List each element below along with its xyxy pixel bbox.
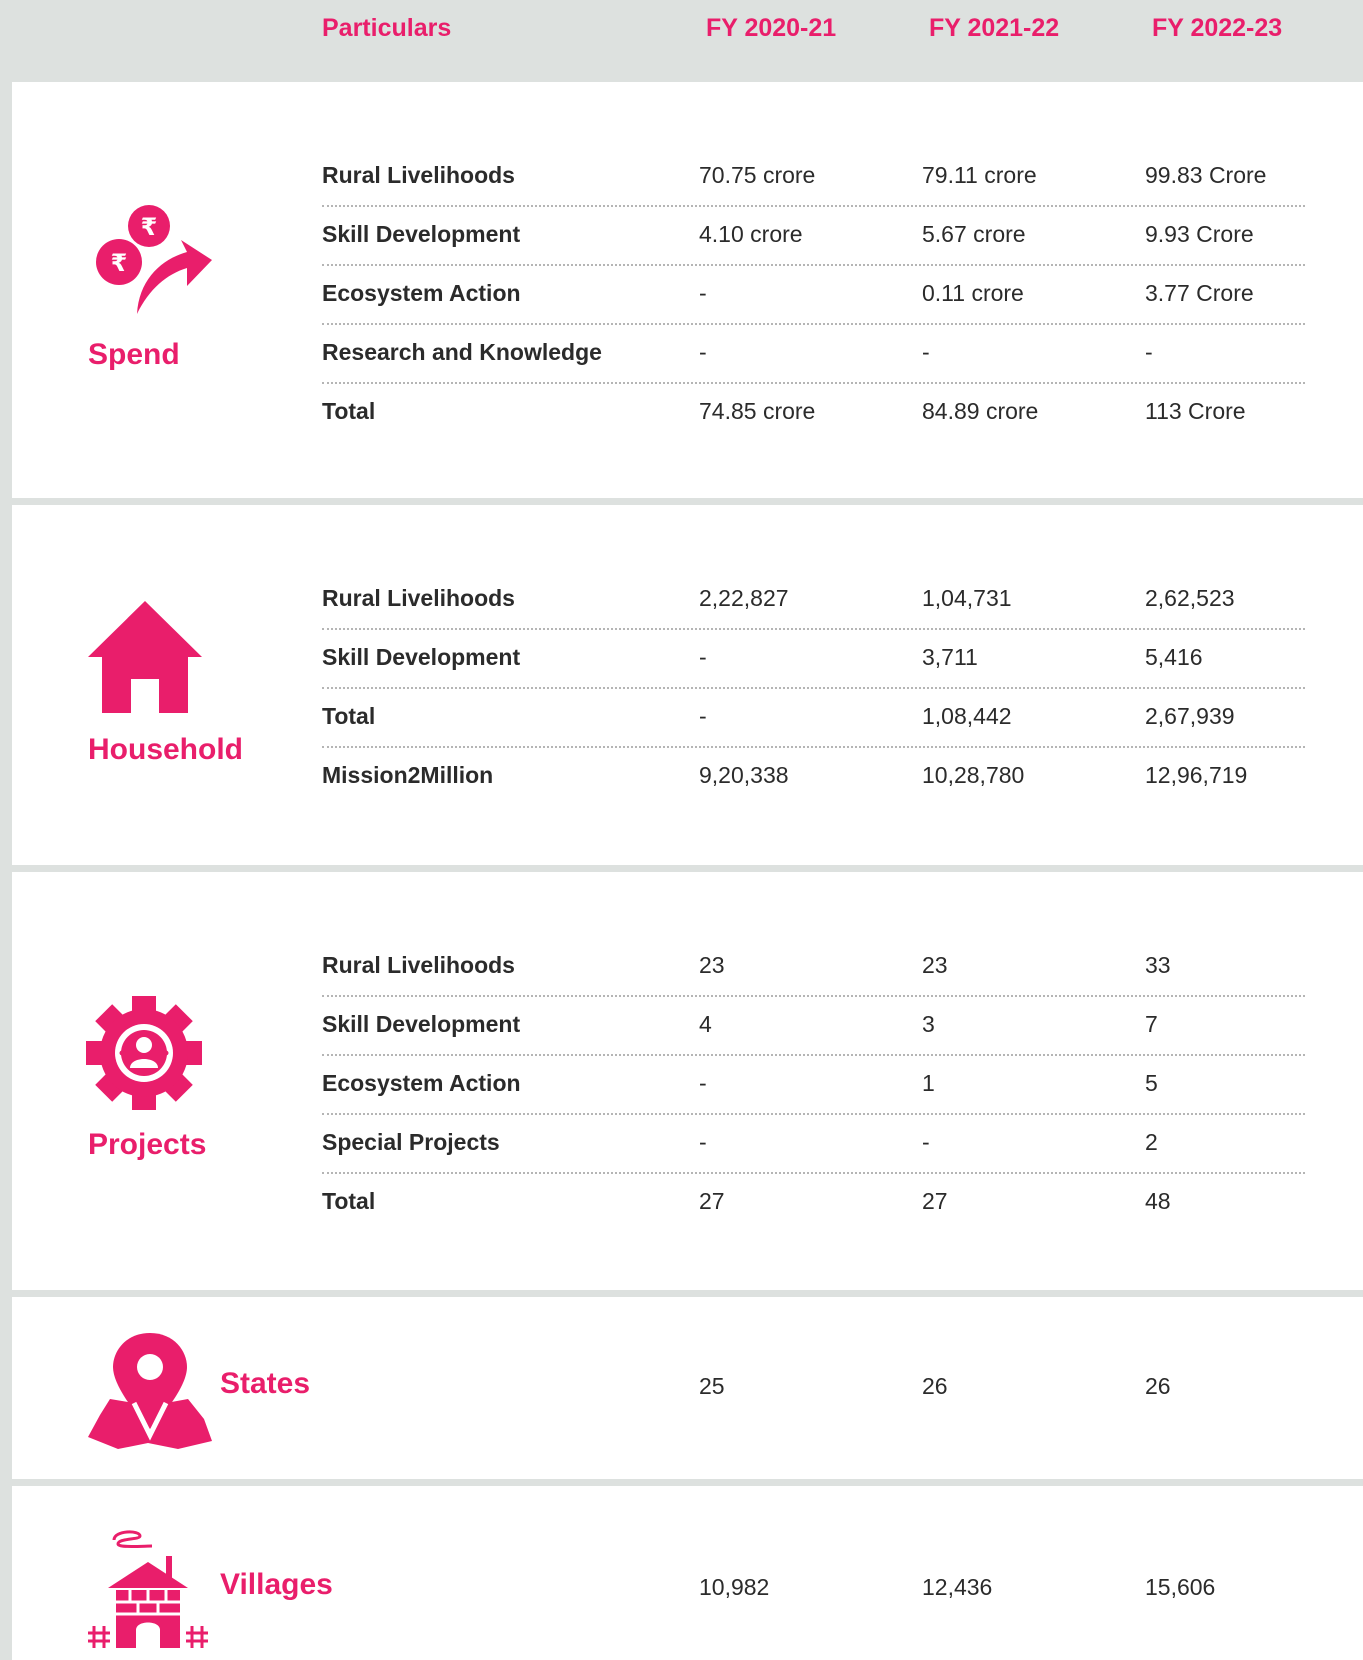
table-row: Rural Livelihoods 2,22,827 1,04,731 2,62… — [322, 569, 1305, 630]
villages-title: Villages — [220, 1568, 333, 1601]
value-fy-2020-21: 4 — [699, 1011, 712, 1037]
states-title: States — [220, 1367, 311, 1400]
row-label: Special Projects — [322, 1129, 500, 1155]
house-icon — [88, 601, 202, 713]
villages-section: Villages 10,982 12,436 15,606 — [12, 1486, 1363, 1660]
value-fy-2022-23: 9.93 Crore — [1145, 221, 1254, 247]
value-fy-2021-22: 26 — [922, 1373, 948, 1399]
value-fy-2020-21: - — [699, 339, 707, 365]
value-fy-2021-22: 12,436 — [922, 1574, 993, 1600]
value-fy-2021-22: 1,08,442 — [922, 703, 1012, 729]
value-fy-2022-23: 5 — [1145, 1070, 1158, 1096]
value-fy-2022-23: 15,606 — [1145, 1574, 1216, 1600]
value-fy-2020-21: - — [699, 1129, 707, 1155]
value-fy-2020-21: 74.85 crore — [699, 398, 816, 424]
value-fy-2021-22: 23 — [922, 952, 948, 978]
value-fy-2021-22: 1 — [922, 1070, 935, 1096]
value-fy-2021-22: 27 — [922, 1188, 948, 1214]
table-row: Rural Livelihoods 70.75 crore 79.11 cror… — [322, 146, 1305, 207]
row-label: Mission2Million — [322, 762, 494, 788]
value-fy-2022-23: 26 — [1145, 1373, 1171, 1399]
rupee-coins-arrow-icon: ₹ ₹ — [96, 205, 212, 314]
row-label: Rural Livelihoods — [322, 585, 515, 611]
table-header: Particulars FY 2020-21 FY 2021-22 FY 202… — [0, 0, 1363, 82]
value-fy-2022-23: - — [1145, 339, 1153, 365]
table-row: Total 74.85 crore 84.89 crore 113 Crore — [322, 382, 1305, 441]
value-fy-2021-22: 79.11 crore — [922, 162, 1037, 188]
value-fy-2021-22: 10,28,780 — [922, 762, 1025, 788]
value-fy-2021-22: - — [922, 1129, 930, 1155]
table-row: Skill Development - 3,711 5,416 — [322, 628, 1305, 689]
value-fy-2020-21: 9,20,338 — [699, 762, 789, 788]
value-fy-2022-23: 7 — [1145, 1011, 1158, 1037]
value-fy-2020-21: 10,982 — [699, 1574, 770, 1600]
value-fy-2020-21: 23 — [699, 952, 725, 978]
spend-title: Spend — [88, 338, 180, 371]
value-fy-2021-22: 0.11 crore — [922, 280, 1024, 306]
value-fy-2021-22: 1,04,731 — [922, 585, 1012, 611]
household-title: Household — [88, 733, 243, 766]
svg-text:₹: ₹ — [111, 249, 128, 277]
svg-text:₹: ₹ — [141, 213, 158, 241]
value-fy-2021-22: 5.67 crore — [922, 221, 1026, 247]
gear-person-icon — [86, 996, 202, 1110]
header-fy-2020-21: FY 2020-21 — [706, 14, 837, 42]
value-fy-2022-23: 3.77 Crore — [1145, 280, 1254, 306]
value-fy-2020-21: - — [699, 703, 707, 729]
value-fy-2022-23: 2 — [1145, 1129, 1158, 1155]
states-section: States 25 26 26 — [12, 1297, 1363, 1479]
row-label: Total — [322, 398, 376, 424]
row-label: Skill Development — [322, 644, 521, 670]
value-fy-2020-21: 4.10 crore — [699, 221, 803, 247]
value-fy-2022-23: 113 Crore — [1145, 398, 1246, 424]
value-fy-2020-21: - — [699, 280, 707, 306]
row-label: Skill Development — [322, 1011, 521, 1037]
table-row: Ecosystem Action - 1 5 — [322, 1054, 1305, 1115]
table-row: Ecosystem Action - 0.11 crore 3.77 Crore — [322, 264, 1305, 325]
value-fy-2020-21: 2,22,827 — [699, 585, 789, 611]
table-row: Special Projects - - 2 — [322, 1113, 1305, 1174]
value-fy-2020-21: - — [699, 1070, 707, 1096]
household-section: Household Rural Livelihoods 2,22,827 1,0… — [12, 505, 1363, 865]
header-fy-2021-22: FY 2021-22 — [929, 14, 1060, 42]
row-label: Ecosystem Action — [322, 1070, 521, 1096]
header-fy-2022-23: FY 2022-23 — [1152, 14, 1283, 42]
row-label: Rural Livelihoods — [322, 952, 515, 978]
value-fy-2022-23: 2,62,523 — [1145, 585, 1235, 611]
table-row: Skill Development 4 3 7 — [322, 995, 1305, 1056]
table-row: Rural Livelihoods 23 23 33 — [322, 936, 1305, 997]
header-particulars: Particulars — [322, 14, 452, 42]
map-pin-icon — [88, 1333, 212, 1449]
table-row: Total 27 27 48 — [322, 1172, 1305, 1231]
projects-title: Projects — [88, 1128, 207, 1161]
table-row: Mission2Million 9,20,338 10,28,780 12,96… — [322, 746, 1305, 805]
value-fy-2022-23: 2,67,939 — [1145, 703, 1235, 729]
value-fy-2021-22: 84.89 crore — [922, 398, 1039, 424]
value-fy-2020-21: 70.75 crore — [699, 162, 816, 188]
value-fy-2022-23: 48 — [1145, 1188, 1171, 1214]
table-row: Research and Knowledge - - - — [322, 323, 1305, 384]
row-label: Skill Development — [322, 221, 521, 247]
value-fy-2022-23: 12,96,719 — [1145, 762, 1248, 788]
row-label: Rural Livelihoods — [322, 162, 515, 188]
village-hut-icon — [88, 1530, 208, 1648]
value-fy-2022-23: 5,416 — [1145, 644, 1203, 670]
value-fy-2022-23: 99.83 Crore — [1145, 162, 1267, 188]
projects-section: Projects Rural Livelihoods 23 23 33 Skil… — [12, 872, 1363, 1290]
value-fy-2021-22: 3,711 — [922, 644, 978, 670]
spend-section: ₹ ₹ Spend Rural Livelihoods 70.75 crore … — [12, 82, 1363, 498]
row-label: Total — [322, 1188, 376, 1214]
table-row: Skill Development 4.10 crore 5.67 crore … — [322, 205, 1305, 266]
row-label: Total — [322, 703, 376, 729]
row-label: Ecosystem Action — [322, 280, 521, 306]
value-fy-2021-22: 3 — [922, 1011, 935, 1037]
value-fy-2020-21: 27 — [699, 1188, 725, 1214]
value-fy-2020-21: - — [699, 644, 707, 670]
value-fy-2022-23: 33 — [1145, 952, 1171, 978]
value-fy-2020-21: 25 — [699, 1373, 725, 1399]
table-row: Total - 1,08,442 2,67,939 — [322, 687, 1305, 748]
value-fy-2021-22: - — [922, 339, 930, 365]
row-label: Research and Knowledge — [322, 339, 602, 365]
